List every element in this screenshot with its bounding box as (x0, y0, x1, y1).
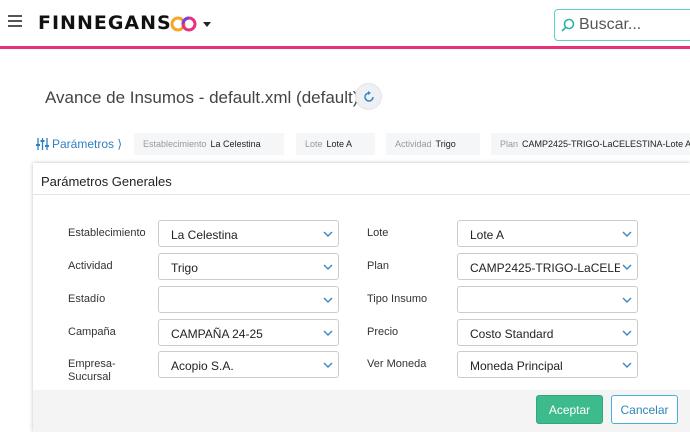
field-label-estadio: Estadío (68, 293, 106, 305)
chevron-down-icon (622, 362, 632, 368)
brand-logo[interactable]: FINNEGANS (38, 12, 172, 34)
select-value: La Celestina (171, 228, 238, 242)
chevron-down-icon (323, 231, 333, 237)
chip-value: Trigo (435, 139, 456, 149)
chip-value: CAMP2425-TRIGO-LaCELESTINA-Lote A (522, 139, 690, 149)
chevron-down-icon (323, 330, 333, 336)
select-value: Trigo (171, 261, 198, 275)
chip-key: Lote (305, 139, 323, 149)
search-icon (561, 18, 575, 32)
select-tipo-insumo[interactable] (457, 286, 638, 313)
chip-key: Plan (500, 139, 519, 149)
dialog-footer: Aceptar Cancelar (33, 390, 690, 432)
field-label-ver-moneda: Ver Moneda (367, 358, 427, 370)
chevron-down-icon (323, 297, 333, 303)
select-estadio[interactable] (158, 286, 339, 313)
field-label-plan: Plan (367, 260, 390, 272)
chip-key: Establecimiento (143, 139, 207, 149)
accept-button[interactable]: Aceptar (536, 395, 603, 424)
sliders-icon (36, 138, 49, 150)
chip-key: Actividad (395, 139, 432, 149)
chevron-down-icon (323, 264, 333, 270)
chip-value: Lote A (326, 139, 353, 149)
select-empresa-sucursal[interactable]: Acopio S.A. (158, 351, 339, 378)
select-value: Lote A (470, 228, 505, 242)
select-ver-moneda[interactable]: Moneda Principal (457, 351, 638, 378)
select-establecimiento[interactable]: La Celestina (158, 220, 339, 247)
dialog-title: Parámetros Generales (41, 174, 172, 189)
page-title: Avance de Insumos - default.xml (default… (45, 88, 359, 107)
select-plan[interactable]: CAMP2425-TRIGO-LaCELESTINA-Lote A (457, 253, 638, 280)
chevron-down-icon (622, 297, 632, 303)
field-label-lote: Lote (367, 227, 389, 239)
field-label-establecimiento: Establecimiento (68, 227, 146, 239)
chevron-down-icon (622, 330, 632, 336)
field-label-tipo-insumo: Tipo Insumo (367, 293, 428, 305)
select-value: Acopio S.A. (171, 359, 234, 373)
select-campana[interactable]: CAMPAÑA 24-25 (158, 319, 339, 346)
select-value: Costo Standard (470, 327, 554, 341)
param-chip-establecimiento[interactable]: Establecimiento La Celestina (134, 133, 284, 155)
cancel-button[interactable]: Cancelar (611, 395, 678, 424)
param-chip-actividad[interactable]: Actividad Trigo (386, 133, 480, 155)
select-value: CAMP2425-TRIGO-LaCELESTINA-Lote A (470, 261, 620, 275)
parameters-link-label: Parámetros ⟩ (52, 137, 123, 151)
brand-co-icon (170, 16, 197, 32)
field-label-precio: Precio (367, 326, 399, 338)
param-chip-plan[interactable]: Plan CAMP2425-TRIGO-LaCELESTINA-Lote A (491, 133, 690, 155)
select-lote[interactable]: Lote A (457, 220, 638, 247)
select-value: Moneda Principal (470, 359, 563, 373)
parameters-dialog: Parámetros Generales Establecimiento La … (33, 163, 690, 432)
brand-dropdown-icon[interactable] (203, 22, 211, 27)
chevron-down-icon (622, 264, 632, 270)
chevron-down-icon (323, 362, 333, 368)
param-chip-lote[interactable]: Lote Lote A (296, 133, 375, 155)
menu-icon[interactable] (8, 15, 22, 27)
top-bar: FINNEGANS (0, 0, 690, 49)
field-label-actividad: Actividad (68, 260, 113, 272)
refresh-button[interactable] (355, 83, 382, 110)
select-actividad[interactable]: Trigo (158, 253, 339, 280)
field-label-empresa-sucursal: Empresa- Sucursal (68, 358, 116, 383)
divider (33, 194, 690, 195)
search-input[interactable] (579, 15, 689, 35)
parameters-link[interactable]: Parámetros ⟩ (36, 137, 122, 151)
select-precio[interactable]: Costo Standard (457, 319, 638, 346)
chip-value: La Celestina (210, 139, 261, 149)
chevron-down-icon (622, 231, 632, 237)
search-box[interactable] (554, 9, 690, 41)
field-label-campana: Campaña (68, 326, 116, 338)
select-value: CAMPAÑA 24-25 (171, 327, 263, 341)
refresh-icon (364, 91, 374, 102)
